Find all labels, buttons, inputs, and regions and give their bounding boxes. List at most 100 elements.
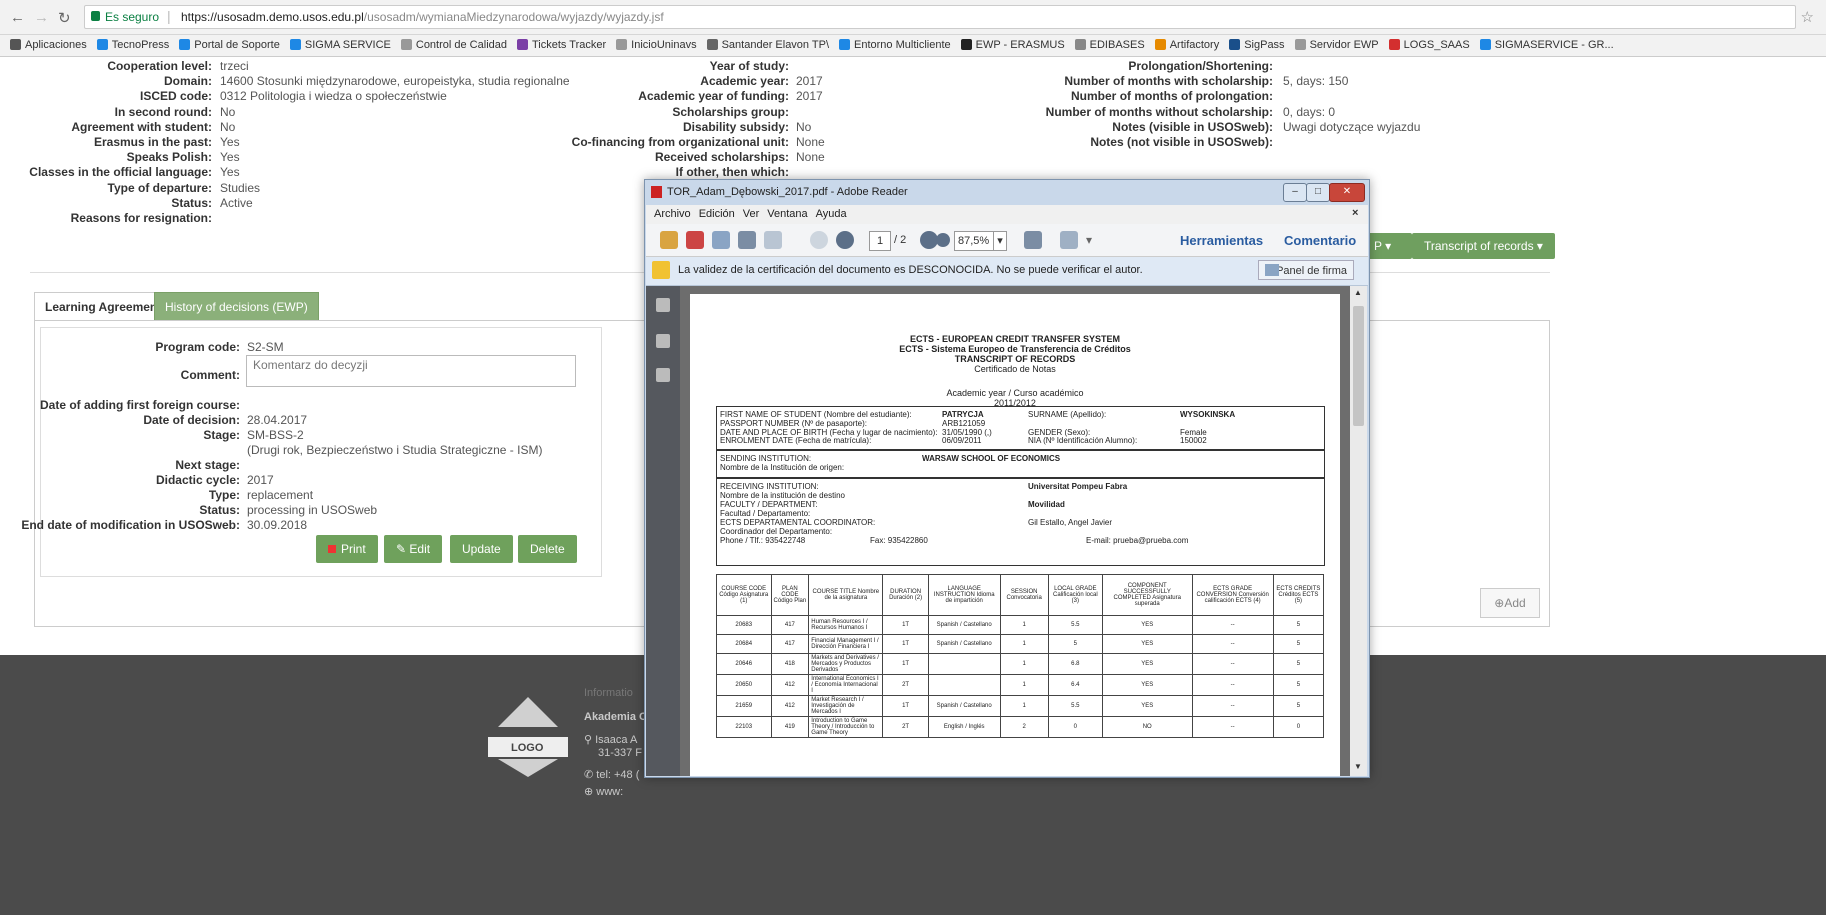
bookmark-item[interactable]: LOGS_SAAS — [1388, 39, 1470, 51]
decision-label: Didactic cycle: — [155, 473, 240, 487]
logo-icon — [488, 697, 568, 777]
table-cell: 412 — [770, 695, 810, 717]
table-cell: -- — [1191, 674, 1274, 696]
tab-history-of-decisions[interactable]: History of decisions (EWP) — [154, 292, 319, 321]
bookmark-item[interactable]: Servidor EWP — [1294, 39, 1379, 51]
fit-page-icon[interactable] — [1024, 231, 1042, 249]
bookmark-item[interactable]: Portal de Soporte — [179, 39, 280, 51]
table-cell: Market Research I / Investigación de Mer… — [808, 695, 884, 717]
table-row: 20650 412 International Economics I / Econ… — [716, 674, 1325, 696]
back-icon[interactable]: ← — [10, 9, 25, 26]
attachment-icon[interactable] — [656, 334, 670, 348]
pages-icon[interactable] — [656, 298, 670, 312]
menu-item[interactable]: Archivo — [654, 208, 691, 220]
expand-icon[interactable] — [1060, 231, 1078, 249]
zoom-select[interactable]: 87,5% ▾ — [954, 231, 1007, 251]
forward-icon[interactable]: → — [34, 9, 49, 26]
info-value: No — [796, 119, 812, 134]
info-value: 5, days: 150 — [1283, 74, 1349, 89]
open-icon[interactable] — [660, 231, 678, 249]
signature-panel-button[interactable]: Panel de firma — [1258, 260, 1354, 280]
decision-value: 30.09.2018 — [247, 518, 308, 532]
scrollbar[interactable]: ▲ ▼ — [1350, 286, 1367, 776]
table-cell: 5 — [1272, 674, 1325, 696]
add-button[interactable]: ⊕Add — [1480, 588, 1540, 618]
bookmark-item[interactable]: Santander Elavon TP\ — [706, 39, 829, 51]
certification-warning-bar: La validez de la certificación del docum… — [646, 257, 1368, 286]
tab-learning-agreement[interactable]: Learning Agreement — [34, 292, 173, 321]
bookmark-item[interactable]: SigPass — [1229, 39, 1285, 51]
zoom-in-icon[interactable] — [936, 233, 950, 247]
table-header: ECTS CREDITS Créditos ECTS (5) — [1272, 574, 1325, 616]
reload-icon[interactable]: ↻ — [58, 9, 71, 27]
transcript-of-records-button[interactable]: Transcript of records ▾ — [1412, 233, 1555, 259]
close-icon[interactable]: ✕ — [1329, 183, 1365, 202]
table-cell: 417 — [770, 634, 810, 654]
tools-pane-button[interactable]: Herramientas — [1180, 233, 1263, 248]
update-button[interactable]: Update — [450, 535, 513, 563]
bookmark-item[interactable]: EDIBASES — [1074, 39, 1145, 51]
bookmark-item[interactable]: Tickets Tracker — [517, 39, 606, 51]
pencil-icon: ✎ — [396, 542, 410, 556]
info-label: Classes in the official language: — [29, 165, 212, 180]
bookmark-item[interactable]: TecnoPress — [96, 39, 169, 51]
bookmark-item[interactable]: InicioUninavs — [616, 39, 697, 51]
info-value: trzeci — [220, 59, 249, 73]
table-cell: 1 — [999, 615, 1049, 635]
bookmark-icon — [179, 39, 191, 50]
edit-button[interactable]: ✎ Edit — [384, 535, 443, 563]
table-cell: -- — [1191, 634, 1274, 654]
bookmark-star-icon[interactable]: ☆ — [1801, 8, 1814, 26]
bookmark-item[interactable]: SIGMASERVICE - GR... — [1479, 39, 1614, 51]
page-number-input[interactable]: 1 — [869, 231, 891, 251]
delete-button[interactable]: Delete — [518, 535, 577, 563]
scroll-up-icon[interactable]: ▲ — [1354, 288, 1362, 297]
prev-page-icon[interactable] — [810, 231, 828, 249]
menu-item[interactable]: Ayuda — [816, 208, 847, 220]
print-doc-icon[interactable] — [738, 231, 756, 249]
table-cell: 419 — [770, 716, 810, 738]
table-cell — [927, 653, 1001, 675]
table-cell: 5.5 — [1047, 695, 1103, 717]
bookmark-item[interactable]: SIGMA SERVICE — [289, 39, 391, 51]
decision-value: (Drugi rok, Bezpieczeństwo i Studia Stra… — [247, 443, 543, 457]
signatures-icon[interactable] — [656, 368, 670, 382]
bookmark-item[interactable]: Entorno Multicliente — [839, 39, 951, 51]
bookmark-icon — [706, 39, 718, 50]
bookmark-item[interactable]: Aplicaciones — [10, 39, 87, 51]
bookmark-icon — [10, 39, 21, 50]
bookmark-icon — [96, 39, 108, 50]
scrollbar-thumb[interactable] — [1353, 306, 1364, 426]
info-value: 0, days: 0 — [1283, 104, 1336, 119]
menu-item[interactable]: Ver — [743, 208, 760, 220]
scroll-down-icon[interactable]: ▼ — [1354, 762, 1362, 771]
menu-item[interactable]: Ventana — [767, 208, 807, 220]
menu-item[interactable]: Edición — [699, 208, 735, 220]
table-cell: -- — [1191, 615, 1274, 635]
print-button[interactable]: Print — [316, 535, 378, 563]
comment-textarea[interactable]: Komentarz do decyzji — [246, 355, 576, 387]
address-bar[interactable]: Es seguro | https://usosadm.demo.usos.ed… — [84, 5, 1796, 29]
table-cell: 1 — [999, 674, 1049, 696]
minimize-icon[interactable]: – — [1283, 183, 1307, 202]
table-cell: Spanish / Castellano — [927, 695, 1001, 717]
save-icon[interactable] — [712, 231, 730, 249]
maximize-icon[interactable]: □ — [1306, 183, 1330, 202]
decision-label: Stage: — [203, 428, 240, 442]
next-page-icon[interactable] — [836, 231, 854, 249]
window-titlebar[interactable]: TOR_Adam_Dębowski_2017.pdf - Adobe Reade… — [645, 180, 1369, 204]
bookmark-item[interactable]: EWP - ERASMUS — [960, 39, 1065, 51]
table-cell: 1T — [882, 634, 929, 654]
create-pdf-icon[interactable] — [686, 231, 704, 249]
close-doc-icon[interactable]: × — [1352, 207, 1358, 219]
comment-pane-button[interactable]: Comentario — [1284, 233, 1356, 248]
info-value: 2017 — [796, 74, 823, 89]
bookmark-item[interactable]: Artifactory — [1154, 39, 1219, 51]
email-icon[interactable] — [764, 231, 782, 249]
info-label: In second round: — [114, 104, 212, 119]
bookmark-icon — [1388, 39, 1400, 50]
more-tools-icon[interactable]: ▾ — [1086, 233, 1092, 247]
table-cell: 20646 — [716, 653, 772, 675]
info-value: Yes — [220, 165, 240, 180]
bookmark-item[interactable]: Control de Calidad — [400, 39, 507, 51]
